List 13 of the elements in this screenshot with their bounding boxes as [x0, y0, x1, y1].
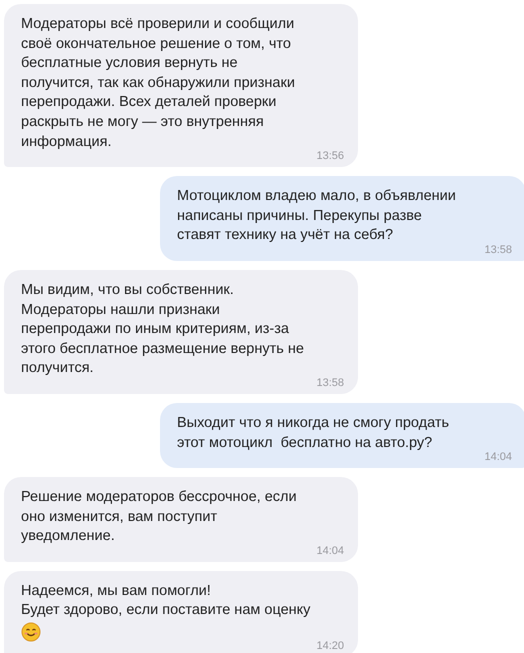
message-text: Надеемся, мы вам помогли! Будет здорово, если поставите нам оценку: [21, 582, 312, 620]
message-time: 14:20: [316, 640, 344, 652]
message-text: Выходит что я никогда не смогу продать этот мотоцикл бесплатно на авто.ру?: [177, 414, 450, 452]
message-text: Мы видим, что вы собственник. Модераторы нашли признаки перепродажи по иным критериям, из-за этого бесплатное размещение вернуть не получится.: [21, 280, 305, 378]
message-time: 13:58: [316, 376, 344, 389]
smiling-face-icon: [21, 622, 41, 642]
message-time: 13:58: [484, 244, 512, 256]
message-text: Решение модераторов бессрочное, если оно изменится, вам поступит уведомление.: [21, 488, 298, 546]
message-time: 13:56: [316, 150, 344, 162]
message-time: 14:04: [484, 451, 512, 464]
message-time: 14:04: [316, 544, 344, 557]
message-text: Модераторы всё проверили и сообщили своё окончательное решение о том, что бесплатные условия вернуть не получится, так как обнаружили признаки перепродажи. Всех деталей проверки раскрыть не могу — это внутренняя информация.: [21, 15, 296, 152]
message-text: Мотоциклом владею мало, в объявлении написаны причины. Перекупы разве ставят технику на учёт на себя?: [177, 187, 457, 246]
